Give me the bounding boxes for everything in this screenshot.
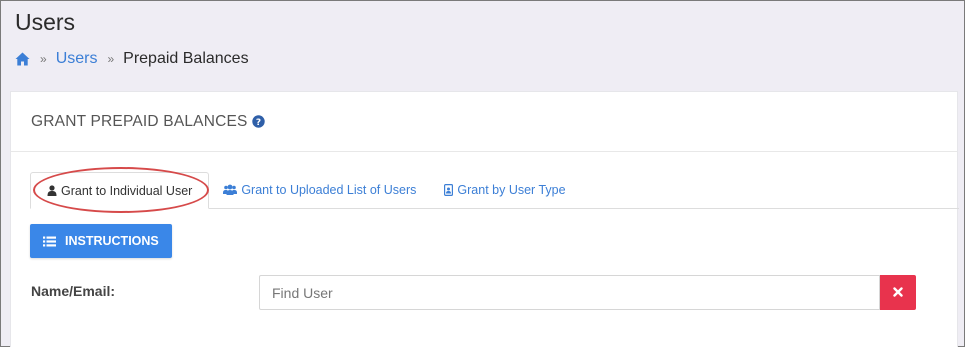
- close-icon: [893, 285, 903, 300]
- tab-label: Grant to Uploaded List of Users: [241, 182, 417, 197]
- tab-bar: Grant to Individual User Grant to Upload…: [30, 172, 959, 209]
- instructions-label: INSTRUCTIONS: [65, 234, 159, 248]
- tab-user-type[interactable]: Grant by User Type: [430, 171, 579, 208]
- panel-title: GRANT PREPAID BALANCES: [31, 112, 248, 130]
- users-icon: [223, 184, 238, 195]
- id-badge-icon: [444, 183, 454, 196]
- breadcrumb-separator: »: [40, 52, 47, 66]
- clear-search-button[interactable]: [880, 275, 916, 310]
- svg-text:?: ?: [255, 118, 260, 128]
- instructions-button[interactable]: INSTRUCTIONS: [30, 224, 172, 258]
- home-icon[interactable]: [15, 52, 30, 66]
- user-icon: [47, 185, 57, 196]
- find-user-input[interactable]: [259, 275, 880, 310]
- question-circle-icon[interactable]: ?: [251, 115, 265, 128]
- list-icon: [43, 236, 56, 247]
- page-title: Users: [15, 9, 76, 35]
- tab-individual-user[interactable]: Grant to Individual User: [30, 172, 210, 209]
- grant-panel: GRANT PREPAID BALANCES ? Grant to Indivi…: [10, 91, 959, 347]
- tab-label: Grant to Individual User: [61, 183, 193, 198]
- tab-label: Grant by User Type: [457, 182, 566, 197]
- breadcrumb-current: Prepaid Balances: [123, 50, 249, 67]
- tab-uploaded-list[interactable]: Grant to Uploaded List of Users: [209, 171, 430, 208]
- breadcrumb-link-users[interactable]: Users: [56, 50, 98, 68]
- panel-header: GRANT PREPAID BALANCES ?: [11, 92, 957, 152]
- breadcrumb-separator: »: [107, 52, 115, 66]
- name-email-label: Name/Email:: [31, 283, 116, 299]
- breadcrumb: » Users » Prepaid Balances: [15, 50, 249, 68]
